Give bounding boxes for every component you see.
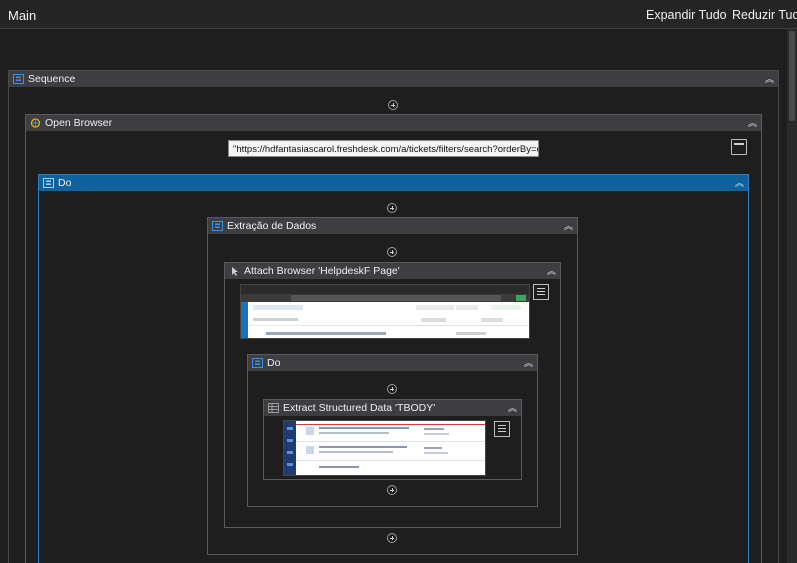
double-chevron-up-icon[interactable]: ︽ (765, 72, 774, 85)
plus-circle-icon[interactable] (387, 485, 397, 495)
cursor-icon (232, 267, 238, 276)
url-input[interactable]: "https://hdfantasiascarol.freshdesk.com/… (228, 140, 539, 157)
workflow-title: Main (8, 8, 37, 23)
hamburger-icon[interactable] (533, 284, 549, 300)
collapse-all-button[interactable]: Reduzir Tudo (732, 8, 797, 22)
double-chevron-up-icon[interactable]: ︽ (564, 219, 573, 232)
browser-window-icon[interactable] (731, 139, 747, 155)
sequence-icon (13, 74, 24, 84)
plus-circle-icon[interactable] (387, 384, 397, 394)
plus-circle-icon[interactable] (387, 247, 397, 257)
plus-circle-icon[interactable] (387, 203, 397, 213)
extract-structured-data-activity[interactable]: Extract Structured Data 'TBODY' ︽ (263, 399, 522, 480)
plus-circle-icon[interactable] (388, 100, 398, 110)
do-outer-label: Do (58, 177, 72, 189)
sequence-icon (252, 358, 263, 368)
extract-header[interactable]: Extract Structured Data 'TBODY' ︽ (264, 400, 521, 416)
double-chevron-up-icon[interactable]: ︽ (508, 401, 517, 414)
attach-browser-header[interactable]: Attach Browser 'HelpdeskF Page' ︽ (225, 263, 560, 279)
extract-label: Extract Structured Data 'TBODY' (283, 402, 436, 414)
table-screenshot-thumbnail (283, 420, 486, 476)
sequence-icon (43, 178, 54, 188)
double-chevron-up-icon[interactable]: ︽ (547, 264, 556, 277)
expand-all-button[interactable]: Expandir Tudo (646, 8, 727, 22)
sequence-icon (212, 221, 223, 231)
open-browser-label: Open Browser (45, 117, 113, 129)
designer-topbar: Main Expandir Tudo Reduzir Tudo (0, 0, 797, 29)
sequence-label: Sequence (28, 73, 76, 85)
extracao-header[interactable]: Extração de Dados ︽ (208, 218, 577, 234)
designer-canvas[interactable]: Sequence ︽ Open Browser ︽ "https://hdfan… (0, 29, 787, 563)
do-inner-header[interactable]: Do ︽ (248, 355, 537, 371)
double-chevron-up-icon[interactable]: ︽ (735, 176, 744, 189)
globe-icon (30, 118, 41, 128)
do-inner-label: Do (267, 357, 281, 369)
attach-browser-label: Attach Browser 'HelpdeskF Page' (244, 265, 400, 277)
do-outer-header[interactable]: Do ︽ (39, 175, 748, 191)
scrollbar-thumb[interactable] (789, 31, 795, 121)
plus-circle-icon[interactable] (387, 533, 397, 543)
double-chevron-up-icon[interactable]: ︽ (748, 116, 757, 129)
open-browser-header[interactable]: Open Browser ︽ (26, 115, 761, 131)
hamburger-icon[interactable] (494, 421, 510, 437)
table-icon (268, 403, 279, 413)
browser-screenshot-thumbnail (240, 284, 530, 339)
double-chevron-up-icon[interactable]: ︽ (524, 356, 533, 369)
sequence-header[interactable]: Sequence ︽ (9, 71, 778, 87)
vertical-scrollbar[interactable] (787, 29, 797, 563)
extracao-label: Extração de Dados (227, 220, 317, 232)
